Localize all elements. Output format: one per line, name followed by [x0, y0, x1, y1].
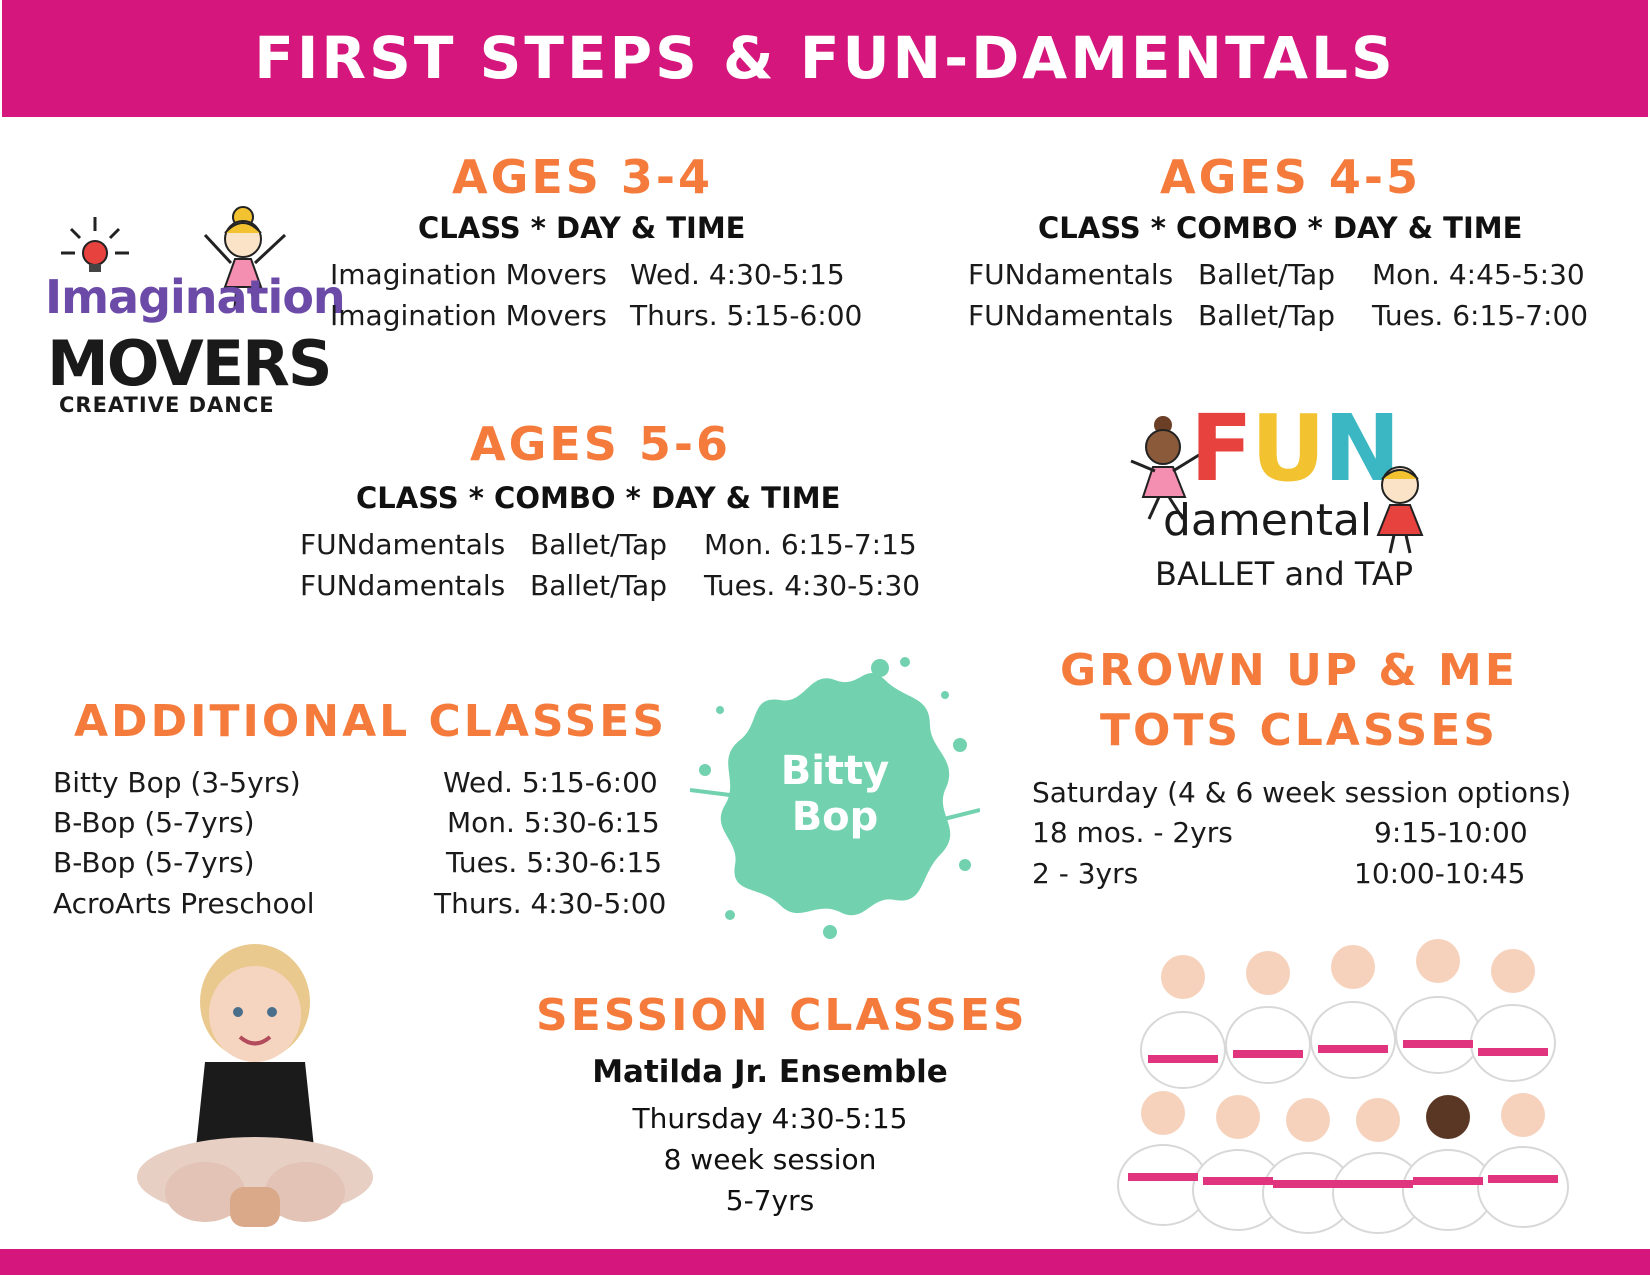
page-title: FIRST STEPS & FUN-DAMENTALS [254, 24, 1396, 92]
class-name: FUNdamentals [300, 569, 506, 602]
class-day-time: Mon. 5:30-6:15 [447, 806, 660, 839]
class-day-time: Wed. 5:15-6:00 [443, 766, 658, 799]
class-name: FUNdamentals [968, 299, 1174, 332]
session-classes-heading: SESSION CLASSES [536, 990, 1028, 1041]
class-name: FUNdamentals [300, 528, 506, 561]
ages-5-6-heading: AGES 5-6 [470, 417, 732, 471]
bitty-bop-logo-text: Bitty Bop [760, 748, 910, 840]
session-length: 8 week session [663, 1143, 877, 1176]
title-banner: FIRST STEPS & FUN-DAMENTALS [2, 0, 1648, 117]
schedule-row: Imagination Movers Wed. 4:30-5:15 [330, 258, 870, 294]
child-dancer-photo [137, 944, 373, 1227]
logo-creative-dance-text: CREATIVE DANCE [59, 393, 275, 417]
fundamentals-logo: FUN damental BALLET and TAP [1130, 395, 1435, 595]
ages-5-6-subheading: CLASS * COMBO * DAY & TIME [356, 481, 841, 515]
logo-damental-text: damental [1163, 495, 1373, 546]
ages-3-4-heading: AGES 3-4 [452, 150, 714, 204]
class-name: B-Bop (5-7yrs) [53, 846, 255, 879]
schedule-row: FUNdamentals Ballet/Tap Tues. 4:30-5:30 [300, 569, 940, 605]
schedule-row: 2 - 3yrs 10:00-10:45 [1032, 857, 1552, 893]
ages-4-5-subheading: CLASS * COMBO * DAY & TIME [1038, 211, 1523, 245]
group-dancers-photo [1117, 939, 1569, 1234]
class-day-time: Mon. 4:45-5:30 [1372, 258, 1585, 291]
class-name: AcroArts Preschool [53, 887, 315, 920]
logo-bitty-text: Bitty [780, 748, 890, 794]
class-day-time: Tues. 6:15-7:00 [1372, 299, 1589, 332]
class-day-time: Thurs. 5:15-6:00 [630, 299, 863, 332]
schedule-row: FUNdamentals Ballet/Tap Mon. 6:15-7:15 [300, 528, 940, 564]
class-name: Imagination Movers [330, 258, 607, 291]
class-name: Imagination Movers [330, 299, 607, 332]
logo-ballet-tap-text: BALLET and TAP [1155, 555, 1414, 593]
session-day-time: Thursday 4:30-5:15 [632, 1102, 908, 1135]
bitty-bop-logo: Bitty Bop [690, 650, 980, 940]
lightbulb-icon [61, 217, 129, 272]
session-class-name: Matilda Jr. Ensemble [592, 1054, 948, 1090]
schedule-row: B-Bop (5-7yrs) Tues. 5:30-6:15 [53, 846, 673, 882]
schedule-row: 18 mos. - 2yrs 9:15-10:00 [1032, 816, 1552, 852]
ages-4-5-heading: AGES 4-5 [1160, 150, 1422, 204]
class-name: FUNdamentals [968, 258, 1174, 291]
class-day-time: Tues. 5:30-6:15 [446, 846, 663, 879]
schedule-row: FUNdamentals Ballet/Tap Mon. 4:45-5:30 [968, 258, 1608, 294]
grown-up-note: Saturday (4 & 6 week session options) [1032, 776, 1572, 809]
class-combo: Ballet/Tap [530, 528, 667, 561]
class-day-time: Mon. 6:15-7:15 [704, 528, 917, 561]
session-ages: 5-7yrs [725, 1184, 815, 1217]
class-combo: Ballet/Tap [1198, 258, 1335, 291]
class-combo: Ballet/Tap [1198, 299, 1335, 332]
schedule-row: AcroArts Preschool Thurs. 4:30-5:00 [53, 887, 673, 923]
class-time: 10:00-10:45 [1354, 857, 1526, 890]
ages-3-4-subheading: CLASS * DAY & TIME [418, 211, 746, 245]
schedule-row: Imagination Movers Thurs. 5:15-6:00 [330, 299, 870, 335]
schedule-row: Bitty Bop (3-5yrs) Wed. 5:15-6:00 [53, 766, 673, 802]
class-day-time: Wed. 4:30-5:15 [630, 258, 845, 291]
tots-classes-heading: TOTS CLASSES [1100, 705, 1498, 756]
class-time: 9:15-10:00 [1374, 816, 1528, 849]
class-name: Bitty Bop (3-5yrs) [53, 766, 301, 799]
schedule-row: B-Bop (5-7yrs) Mon. 5:30-6:15 [53, 806, 673, 842]
fun-letter-f: F [1190, 395, 1253, 502]
class-name: B-Bop (5-7yrs) [53, 806, 255, 839]
additional-classes-heading: ADDITIONAL CLASSES [74, 696, 668, 747]
footer-bar [0, 1249, 1650, 1275]
imagination-movers-logo: Imagination MOVERS CREATIVE DANCE [45, 206, 346, 420]
class-combo: Ballet/Tap [530, 569, 667, 602]
class-age: 2 - 3yrs [1032, 857, 1139, 890]
class-day-time: Thurs. 4:30-5:00 [434, 887, 667, 920]
logo-movers-text: MOVERS [47, 327, 332, 400]
grown-up-heading: GROWN UP & ME [1060, 645, 1518, 696]
class-day-time: Tues. 4:30-5:30 [704, 569, 921, 602]
schedule-row: FUNdamentals Ballet/Tap Tues. 6:15-7:00 [968, 299, 1608, 335]
logo-bop-text: Bop [791, 794, 879, 840]
fun-letter-u: U [1250, 395, 1326, 502]
class-age: 18 mos. - 2yrs [1032, 816, 1233, 849]
logo-imagination-text: Imagination [45, 270, 346, 324]
